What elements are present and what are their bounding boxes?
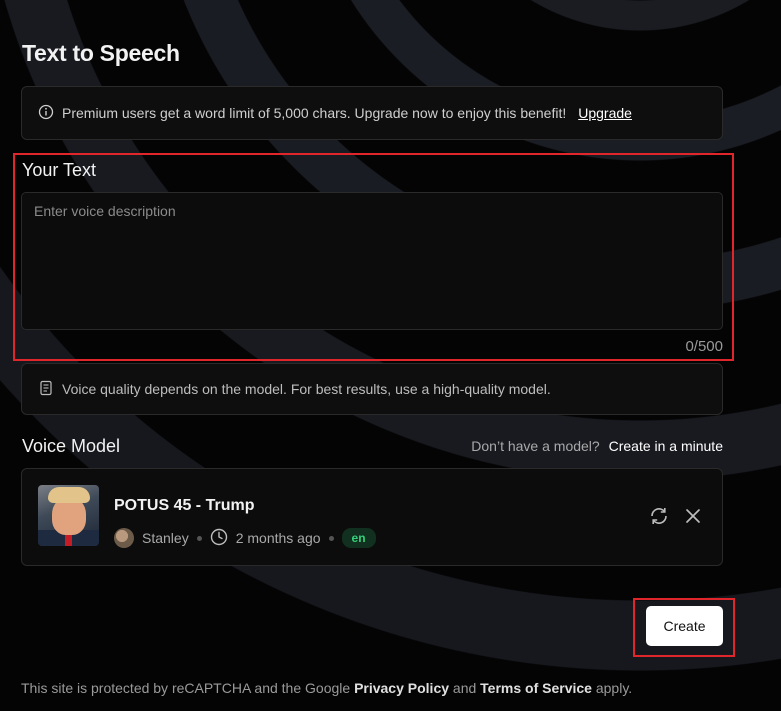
voice-description-input[interactable] xyxy=(21,192,723,330)
voice-model-label: Voice Model xyxy=(22,436,121,456)
privacy-policy-link[interactable]: Privacy Policy xyxy=(354,680,449,696)
quality-note: Voice quality depends on the model. For … xyxy=(21,363,723,415)
notice-text: Premium users get a word limit of 5,000 … xyxy=(62,105,567,121)
recaptcha-footer: This site is protected by reCAPTCHA and … xyxy=(21,680,632,696)
model-name: POTUS 45 - Trump xyxy=(114,497,255,514)
create-model-cta: Don’t have a model? Create in a minute xyxy=(471,438,723,454)
page-title: Text to Speech xyxy=(22,40,180,66)
meta-separator xyxy=(196,535,202,541)
upgrade-link[interactable]: Upgrade xyxy=(578,105,632,121)
meta-separator xyxy=(328,535,334,541)
char-counter: 0/500 xyxy=(685,338,723,355)
model-time: 2 months ago xyxy=(235,530,321,546)
close-icon[interactable] xyxy=(682,505,704,527)
swap-model-icon[interactable] xyxy=(648,505,670,527)
footer-prefix: This site is protected by reCAPTCHA and … xyxy=(21,680,351,696)
your-text-label: Your Text xyxy=(22,160,97,180)
premium-notice: Premium users get a word limit of 5,000 … xyxy=(21,86,723,140)
info-icon xyxy=(38,104,54,123)
terms-of-service-link[interactable]: Terms of Service xyxy=(480,680,592,696)
cta-prefix: Don’t have a model? xyxy=(471,438,600,454)
footer-and: and xyxy=(452,680,477,696)
create-model-link[interactable]: Create in a minute xyxy=(609,438,723,454)
create-button[interactable]: Create xyxy=(646,606,723,646)
quality-note-text: Voice quality depends on the model. For … xyxy=(62,381,551,397)
author-avatar xyxy=(114,528,134,548)
document-icon xyxy=(38,380,54,399)
model-thumbnail xyxy=(38,485,99,546)
model-card-actions xyxy=(648,505,704,527)
language-badge: en xyxy=(341,528,376,548)
footer-suffix: apply. xyxy=(595,680,633,696)
clock-icon xyxy=(210,528,228,549)
text-to-speech-page: Text to Speech Premium users get a word … xyxy=(0,0,781,711)
model-meta: Stanley 2 months ago en xyxy=(114,527,376,549)
author-name: Stanley xyxy=(142,530,189,546)
selected-voice-model-card[interactable]: POTUS 45 - Trump Stanley 2 months ago en xyxy=(21,468,723,566)
